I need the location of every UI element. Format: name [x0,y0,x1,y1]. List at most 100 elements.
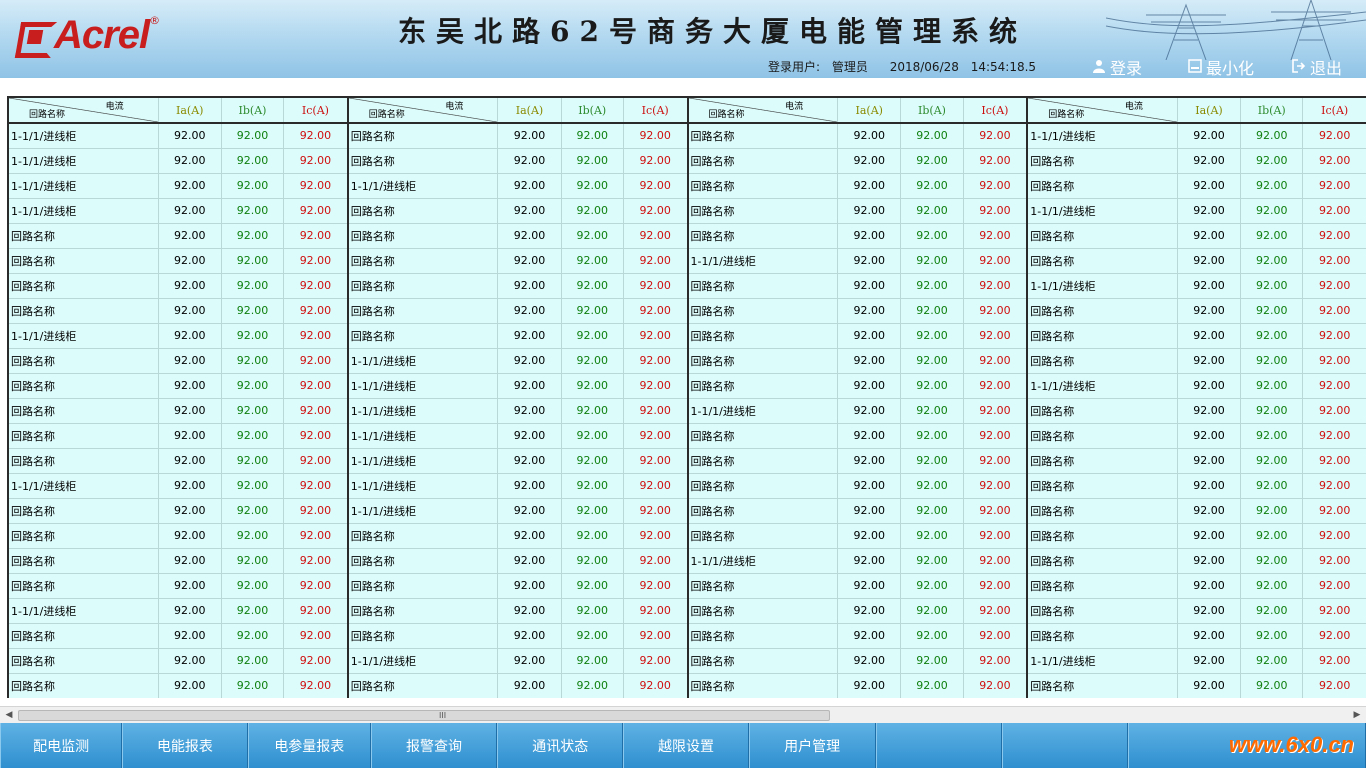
table-row: 回路名称 92.00 92.00 92.00 [1026,222,1366,248]
ic-value: 92.00 [283,397,347,423]
table-row: 回路名称 92.00 92.00 92.00 [686,372,1027,398]
table-row: 回路名称 92.00 92.00 92.00 [6,647,347,673]
ic-value: 92.00 [962,472,1027,498]
login-button[interactable]: 登录 [1092,55,1142,78]
circuit-name: 1-1/1/进线柜 [6,172,159,198]
ic-value: 92.00 [1302,322,1366,348]
ib-value: 92.00 [560,472,624,498]
circuit-name: 回路名称 [1026,572,1178,598]
circuit-name: 1-1/1/进线柜 [1026,272,1178,298]
ia-value: 92.00 [837,522,901,548]
ib-value: 92.00 [900,622,964,648]
nav-item-3[interactable]: 电参量报表 [247,723,371,768]
circuit-name: 回路名称 [1026,672,1178,698]
table-row: 回路名称 92.00 92.00 92.00 [1026,397,1366,423]
ic-value: 92.00 [1302,472,1366,498]
nav-item-2[interactable]: 电能报表 [122,723,248,768]
ic-value: 92.00 [962,122,1027,148]
circuit-name: 回路名称 [1026,397,1178,423]
circuit-name: 1-1/1/进线柜 [6,322,159,348]
header-ia: Ia(A) [157,96,222,124]
ia-value: 92.00 [157,322,222,348]
ic-value: 92.00 [622,197,687,223]
circuit-name: 回路名称 [1026,247,1178,273]
table-row: 1-1/1/进线柜 92.00 92.00 92.00 [686,397,1027,423]
ic-value: 92.00 [962,522,1027,548]
circuit-name: 回路名称 [346,672,498,698]
nav-item-8[interactable] [875,723,1003,768]
circuit-name: 1-1/1/进线柜 [6,147,159,173]
ic-value: 92.00 [1302,222,1366,248]
table-row: 1-1/1/进线柜 92.00 92.00 92.00 [346,647,687,673]
exit-button[interactable]: 退出 [1292,55,1342,78]
circuit-name: 回路名称 [1026,297,1178,323]
circuit-name: 1-1/1/进线柜 [1026,197,1178,223]
horizontal-scrollbar[interactable]: ◀ III ▶ [0,706,1366,723]
scroll-left-arrow-icon[interactable]: ◀ [2,709,16,722]
ic-value: 92.00 [622,322,687,348]
ic-value: 92.00 [1302,497,1366,523]
ib-value: 92.00 [220,672,284,698]
minimize-button[interactable]: 最小化 [1188,55,1254,78]
ia-value: 92.00 [157,197,222,223]
circuit-name: 回路名称 [686,172,838,198]
nav-item-4[interactable]: 报警查询 [370,723,498,768]
date-text: 2018/06/28 [889,60,959,74]
ic-value: 92.00 [1302,447,1366,473]
ib-value: 92.00 [900,522,964,548]
table-row: 回路名称 92.00 92.00 92.00 [686,347,1027,373]
circuit-name: 回路名称 [346,622,498,648]
ia-value: 92.00 [157,472,222,498]
ia-value: 92.00 [1176,522,1241,548]
ib-value: 92.00 [900,322,964,348]
circuit-name: 回路名称 [6,272,159,298]
circuit-name: 回路名称 [1026,422,1178,448]
circuit-name: 回路名称 [6,297,159,323]
ic-value: 92.00 [622,672,687,698]
logo-text: Acrel [54,12,150,57]
scroll-right-arrow-icon[interactable]: ▶ [1350,709,1364,722]
ic-value: 92.00 [622,622,687,648]
ib-value: 92.00 [560,422,624,448]
nav-item-5[interactable]: 通讯状态 [497,723,624,768]
nav-item-7[interactable]: 用户管理 [748,723,876,768]
ic-value: 92.00 [962,572,1027,598]
ia-value: 92.00 [157,122,222,148]
ia-value: 92.00 [1176,347,1241,373]
table-row: 回路名称 92.00 92.00 92.00 [1026,497,1366,523]
table-row: 1-1/1/进线柜 92.00 92.00 92.00 [346,447,687,473]
ia-value: 92.00 [837,272,901,298]
circuit-name: 1-1/1/进线柜 [1026,372,1178,398]
nav-item-9[interactable] [1002,723,1129,768]
ib-value: 92.00 [900,172,964,198]
ia-value: 92.00 [837,422,901,448]
circuit-name: 回路名称 [346,222,498,248]
ib-value: 92.00 [560,497,624,523]
ia-value: 92.00 [497,622,562,648]
ib-value: 92.00 [900,272,964,298]
scroll-thumb[interactable]: III [18,710,830,721]
table-row: 1-1/1/进线柜 92.00 92.00 92.00 [346,397,687,423]
ib-value: 92.00 [220,472,284,498]
ib-value: 92.00 [1240,372,1303,398]
ib-value: 92.00 [560,172,624,198]
table-row: 1-1/1/进线柜 92.00 92.00 92.00 [6,322,347,348]
circuit-name: 1-1/1/进线柜 [6,122,159,148]
ib-value: 92.00 [220,522,284,548]
ia-value: 92.00 [157,597,222,623]
circuit-name: 1-1/1/进线柜 [686,547,838,573]
ic-value: 92.00 [622,247,687,273]
ia-value: 92.00 [1176,297,1241,323]
table-row: 1-1/1/进线柜 92.00 92.00 92.00 [346,472,687,498]
ib-value: 92.00 [560,247,624,273]
ib-value: 92.00 [900,497,964,523]
ib-value: 92.00 [1240,172,1303,198]
table-row: 回路名称 92.00 92.00 92.00 [6,422,347,448]
nav-item-6[interactable]: 越限设置 [623,723,749,768]
nav-item-1[interactable]: 配电监测 [0,723,123,768]
header-ia: Ia(A) [497,96,562,124]
ia-value: 92.00 [1176,547,1241,573]
ia-value: 92.00 [497,547,562,573]
circuit-name: 回路名称 [686,147,838,173]
ic-value: 92.00 [283,272,347,298]
